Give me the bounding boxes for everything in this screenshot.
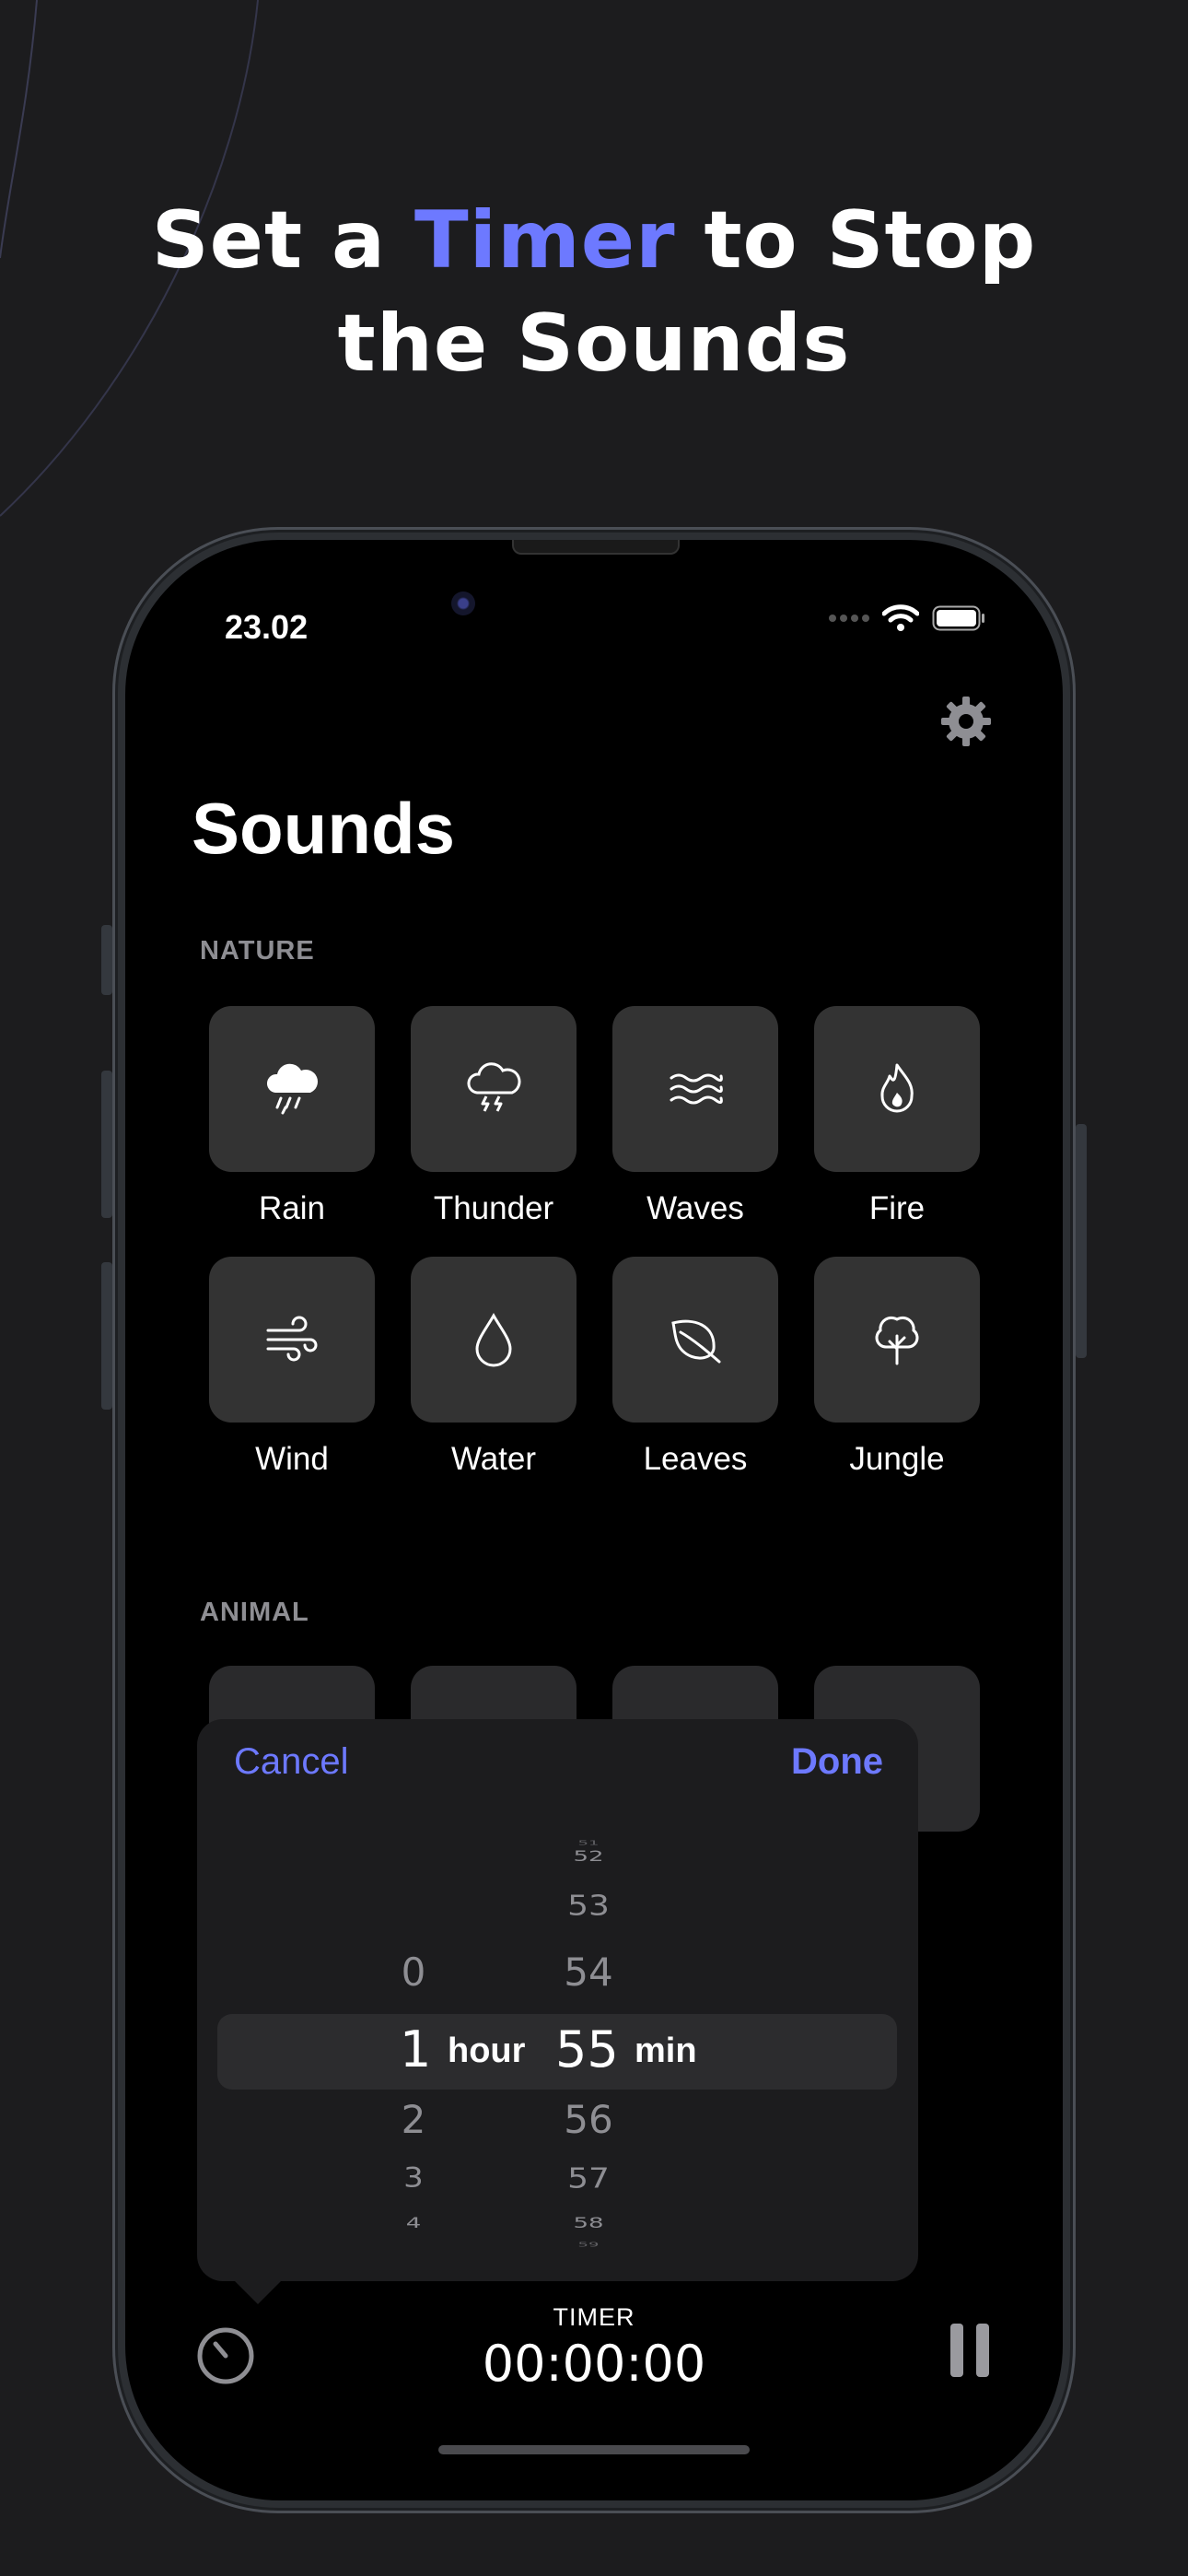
headline-line2: the Sounds [337, 298, 851, 390]
sound-tile-thunder[interactable] [411, 1006, 577, 1172]
minute-option[interactable]: 51 [547, 1839, 630, 1846]
sound-tile-fire[interactable] [814, 1006, 980, 1172]
minute-unit-label: min [635, 2032, 697, 2070]
gear-icon[interactable] [939, 695, 993, 748]
cancel-button[interactable]: Cancel [234, 1741, 349, 1783]
sound-label-water: Water [450, 1441, 537, 1477]
hour-unit-label: hour [448, 2032, 526, 2070]
sound-tile-rain[interactable] [209, 1006, 375, 1172]
speaker-grille [512, 540, 680, 555]
status-time: 23.02 [225, 608, 309, 646]
section-label-nature: NATURE [200, 936, 315, 966]
minute-option[interactable]: 56 [547, 2097, 630, 2142]
drop-icon [475, 1312, 512, 1367]
minute-option[interactable]: 54 [547, 1950, 630, 1995]
section-label-animal: ANIMAL [200, 1598, 309, 1627]
sound-label-wind: Wind [255, 1441, 329, 1477]
headline-after: to Stop [675, 194, 1037, 287]
cloud-rain-icon [266, 1063, 318, 1115]
sound-label-fire: Fire [868, 1190, 926, 1226]
wind-icon [266, 1316, 318, 1362]
pause-bar-right [976, 2324, 989, 2377]
done-button[interactable]: Done [791, 1741, 883, 1783]
selected-minute[interactable]: 55 [555, 2020, 619, 2078]
minute-option[interactable]: 53 [547, 1890, 630, 1922]
phone-screen: 23.02 Sounds NATURE Rain Thunder Waves F… [125, 540, 1063, 2500]
sound-tile-jungle[interactable] [814, 1257, 980, 1423]
headline-accent: Timer [414, 194, 676, 287]
popover-arrow [234, 2280, 282, 2304]
minute-option[interactable]: 52 [547, 1848, 630, 1865]
timer-countdown: 00:00:00 [482, 2335, 706, 2393]
mute-switch [101, 925, 112, 995]
sound-tile-leaves[interactable] [612, 1257, 778, 1423]
sound-label-thunder: Thunder [433, 1190, 554, 1226]
pause-bar-left [950, 2324, 963, 2377]
timer-label: TIMER [553, 2303, 635, 2331]
power-button [1076, 1124, 1087, 1358]
pause-button[interactable] [950, 2324, 991, 2377]
wifi-icon [882, 604, 919, 631]
sound-label-leaves: Leaves [643, 1441, 748, 1477]
sound-label-waves: Waves [646, 1190, 744, 1226]
status-icons [829, 604, 985, 632]
battery-icon [932, 605, 984, 631]
flame-icon [880, 1063, 914, 1113]
page-title: Sounds [192, 788, 455, 869]
cloud-bolt-icon [467, 1062, 521, 1112]
home-indicator [438, 2445, 750, 2454]
selected-hour[interactable]: 1 [400, 2020, 431, 2078]
tree-icon [875, 1316, 919, 1365]
minute-option[interactable]: 59 [547, 2241, 630, 2248]
volume-down-button [101, 1262, 112, 1410]
front-camera [451, 591, 475, 615]
signal-dots-icon [829, 615, 869, 622]
hour-option[interactable]: 3 [377, 2162, 450, 2194]
minute-option[interactable]: 58 [547, 2215, 630, 2231]
minutes-wheel[interactable]: 51 52 53 54 56 57 58 59 [547, 1719, 630, 2281]
hour-option[interactable]: 4 [377, 2215, 450, 2231]
hour-option[interactable]: 2 [377, 2097, 450, 2142]
sound-tile-wind[interactable] [209, 1257, 375, 1423]
sound-label-jungle: Jungle [849, 1441, 945, 1477]
headline: Set a Timer to Stop the Sounds [0, 189, 1188, 395]
timer-picker-popover: Cancel Done 0 2 3 4 1 hour 51 52 53 54 5… [197, 1719, 918, 2281]
hour-option[interactable]: 0 [377, 1950, 450, 1995]
volume-up-button [101, 1071, 112, 1218]
leaf-icon [671, 1319, 721, 1364]
minute-option[interactable]: 57 [547, 2162, 630, 2195]
waves-icon [670, 1073, 723, 1105]
sound-label-rain: Rain [259, 1190, 325, 1226]
sound-tile-water[interactable] [411, 1257, 577, 1423]
sound-tile-waves[interactable] [612, 1006, 778, 1172]
hours-wheel[interactable]: 0 2 3 4 [377, 1719, 450, 2281]
headline-before: Set a [151, 194, 414, 287]
